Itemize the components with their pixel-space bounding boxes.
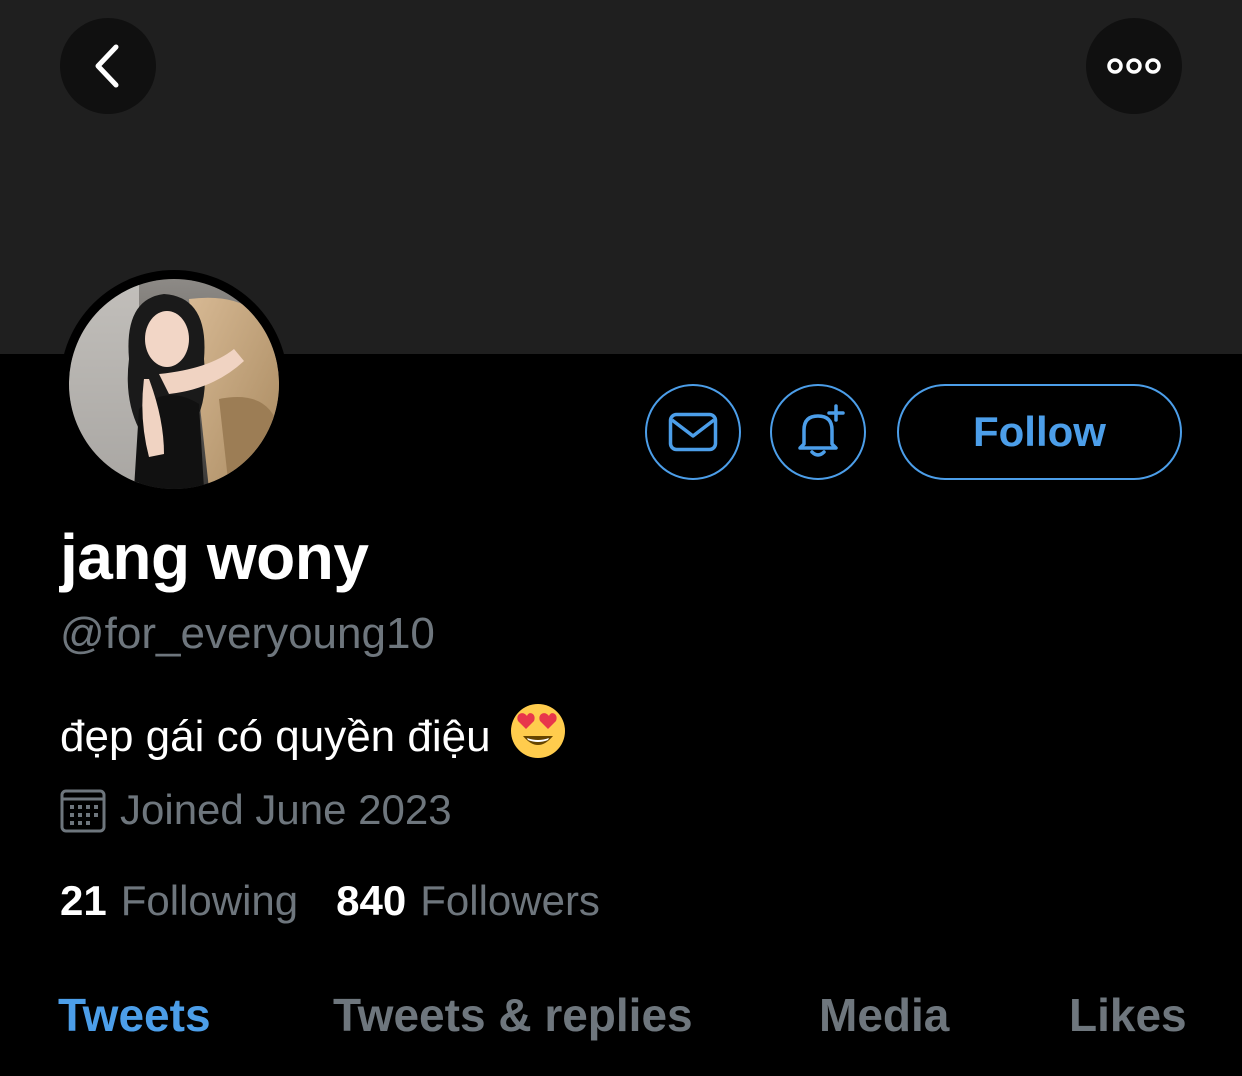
bell-plus-icon (798, 404, 845, 457)
more-options-button[interactable] (1086, 18, 1182, 114)
chevron-left-icon (95, 44, 119, 88)
tab-likes[interactable]: Likes (1069, 988, 1187, 1042)
bio-text: đẹp gái có quyền điệu (60, 711, 491, 761)
bio: đẹp gái có quyền điệu (60, 702, 567, 771)
avatar[interactable] (60, 270, 288, 498)
calendar-icon (60, 789, 106, 833)
envelope-icon (668, 412, 718, 452)
tab-tweets[interactable]: Tweets (58, 988, 211, 1042)
follow-button[interactable]: Follow (897, 384, 1182, 480)
notify-button[interactable] (770, 384, 866, 480)
avatar-photo (69, 279, 279, 489)
followers-count: 840 (336, 877, 407, 924)
joined-label: Joined June 2023 (120, 786, 452, 833)
heart-eyes-emoji-icon (509, 702, 567, 771)
following-label: Following (120, 877, 299, 924)
follow-stats: 21 Following 840 Followers (60, 877, 600, 925)
message-button[interactable] (645, 384, 741, 480)
following-count: 21 (60, 877, 107, 924)
back-button[interactable] (60, 18, 156, 114)
tab-tweets-and-replies[interactable]: Tweets & replies (333, 988, 693, 1042)
more-horizontal-icon (1107, 58, 1161, 74)
display-name: jang wony (60, 521, 369, 593)
followers-link[interactable]: 840 Followers (336, 877, 600, 925)
following-link[interactable]: 21 Following (60, 877, 298, 925)
tab-media[interactable]: Media (819, 988, 949, 1042)
followers-label: Followers (420, 877, 600, 924)
user-handle: @for_everyoung10 (60, 609, 435, 658)
joined-date: Joined June 2023 (60, 786, 452, 834)
